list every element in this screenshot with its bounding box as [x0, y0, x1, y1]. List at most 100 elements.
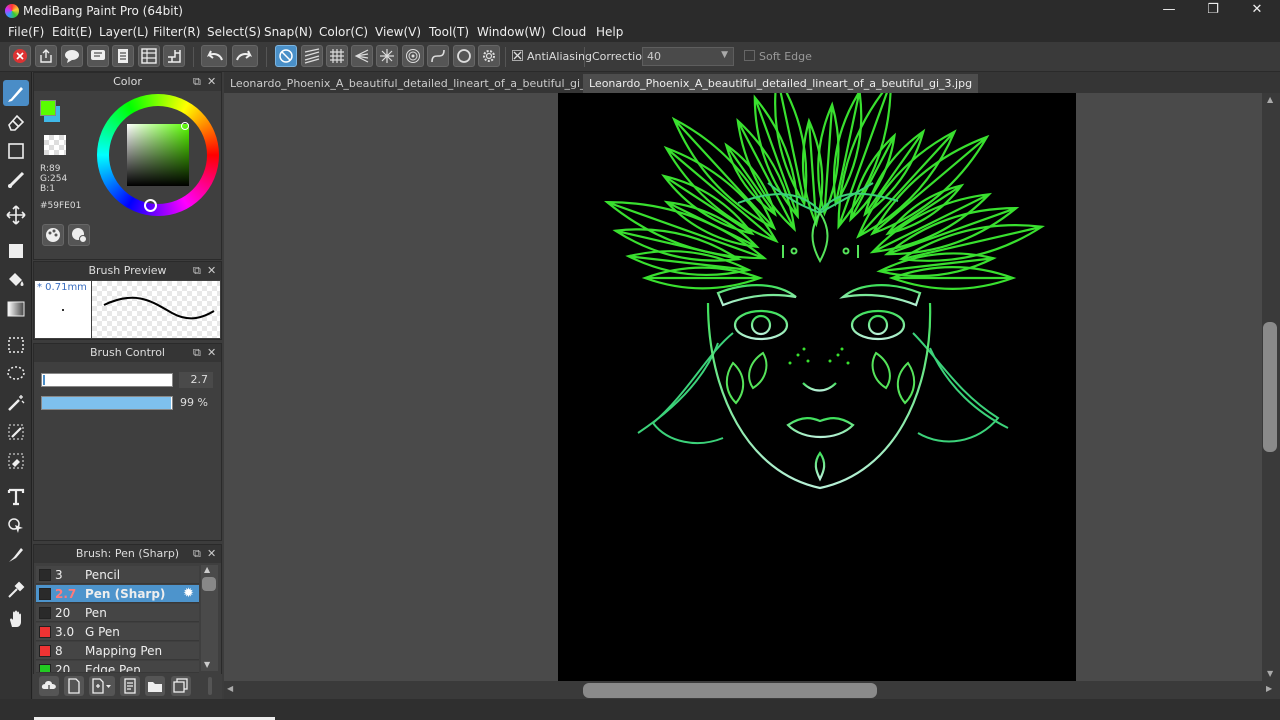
- concentric-snap-button[interactable]: [402, 45, 424, 67]
- snap-settings-button[interactable]: [478, 45, 500, 67]
- panel-layout-button[interactable]: [138, 45, 160, 67]
- brush-settings-icon[interactable]: ✹: [183, 586, 194, 601]
- panel-float-icon[interactable]: ⧉: [193, 547, 201, 561]
- soft-edge-checkbox[interactable]: [744, 50, 755, 61]
- scroll-left-icon[interactable]: ◀: [227, 684, 233, 693]
- redo-button[interactable]: [232, 45, 258, 67]
- add-brush-dropdown[interactable]: [89, 676, 115, 696]
- menu-view[interactable]: View(V): [375, 25, 421, 39]
- panel-close-icon[interactable]: ✕: [207, 346, 216, 359]
- horizontal-scroll-thumb[interactable]: [583, 683, 877, 698]
- menu-help[interactable]: Help: [596, 25, 623, 39]
- radial-snap-button[interactable]: [376, 45, 398, 67]
- scroll-up-icon[interactable]: ▲: [1267, 95, 1273, 104]
- new-brush-button[interactable]: [64, 676, 84, 696]
- tool-gradient[interactable]: [3, 296, 29, 322]
- grid-layout-button[interactable]: [163, 45, 185, 67]
- tool-select[interactable]: [3, 332, 29, 358]
- export-button[interactable]: [35, 45, 57, 67]
- menu-tool[interactable]: Tool(T): [429, 25, 469, 39]
- comment-button[interactable]: [61, 45, 83, 67]
- panel-close-icon[interactable]: ✕: [207, 547, 216, 560]
- tool-operation[interactable]: [3, 513, 29, 539]
- tool-shape-fill[interactable]: [3, 238, 29, 264]
- balloon-button[interactable]: [87, 45, 109, 67]
- panel-close-icon[interactable]: ✕: [207, 264, 216, 277]
- scroll-up-icon[interactable]: ▲: [204, 565, 210, 574]
- brush-list-item[interactable]: 3 Pencil: [36, 566, 199, 584]
- brush-list-toolbar: [33, 674, 222, 699]
- menu-filter[interactable]: Filter(R): [153, 25, 200, 39]
- brush-list-item[interactable]: 3.0 G Pen: [36, 623, 199, 641]
- grid-snap-button[interactable]: [326, 45, 348, 67]
- gradient-icon: [7, 301, 25, 317]
- ellipse-snap-button[interactable]: [453, 45, 475, 67]
- saturation-value-square[interactable]: [127, 124, 189, 186]
- cloud-brush-button[interactable]: [39, 676, 59, 696]
- foreground-color-swatch[interactable]: [40, 100, 56, 116]
- tool-text[interactable]: [3, 484, 29, 510]
- menu-layer[interactable]: Layer(L): [99, 25, 149, 39]
- panel-float-icon[interactable]: ⧉: [193, 75, 201, 89]
- color-palette-button[interactable]: [42, 224, 64, 246]
- correction-dropdown[interactable]: 40 ▼: [642, 47, 734, 66]
- tool-select-eraser[interactable]: [3, 448, 29, 474]
- menu-color[interactable]: Color(C): [319, 25, 368, 39]
- scroll-down-icon[interactable]: ▼: [1267, 669, 1273, 678]
- panel-float-icon[interactable]: ⧉: [193, 346, 201, 360]
- document-button[interactable]: [112, 45, 134, 67]
- brush-list-scrollbar[interactable]: ▲ ▼: [201, 565, 218, 671]
- brush-opacity-value: 99 %: [180, 396, 208, 409]
- tool-brush[interactable]: [3, 80, 29, 106]
- brush-list-item[interactable]: 20 Edge Pen: [36, 661, 199, 673]
- menu-window[interactable]: Window(W): [477, 25, 546, 39]
- tool-eyedropper[interactable]: [3, 577, 29, 603]
- tool-bucket[interactable]: [3, 267, 29, 293]
- tool-eraser[interactable]: [3, 109, 29, 135]
- perspective-snap-button[interactable]: [351, 45, 373, 67]
- color-history-button[interactable]: [68, 224, 90, 246]
- curve-snap-button[interactable]: [427, 45, 449, 67]
- tool-move[interactable]: [3, 202, 29, 228]
- tool-blur[interactable]: [3, 167, 29, 193]
- brush-list-item[interactable]: 2.7 Pen (Sharp) ✹: [36, 585, 199, 603]
- panel-close-icon[interactable]: ✕: [207, 75, 216, 88]
- menu-snap[interactable]: Snap(N): [264, 25, 313, 39]
- scroll-right-icon[interactable]: ▶: [1266, 684, 1272, 693]
- brush-list-scroll-thumb[interactable]: [202, 577, 216, 591]
- tool-hand[interactable]: [3, 606, 29, 632]
- menu-file[interactable]: File(F): [8, 25, 44, 39]
- brush-properties-button[interactable]: [120, 676, 140, 696]
- menu-cloud[interactable]: Cloud: [552, 25, 586, 39]
- close-button[interactable]: ✕: [1234, 0, 1280, 22]
- snap-off-button[interactable]: [275, 45, 297, 67]
- document-tab-2[interactable]: Leonardo_Phoenix_A_beautiful_detailed_li…: [583, 74, 979, 93]
- brush-size-value[interactable]: 2.7: [179, 372, 213, 388]
- tool-select-pen[interactable]: [3, 419, 29, 445]
- tool-dot[interactable]: [3, 138, 29, 164]
- brush-size-slider[interactable]: [41, 373, 173, 387]
- tool-divide[interactable]: [3, 542, 29, 568]
- transparent-color-swatch[interactable]: [44, 135, 66, 155]
- menu-select[interactable]: Select(S): [207, 25, 261, 39]
- menu-edit[interactable]: Edit(E): [52, 25, 92, 39]
- vertical-scroll-thumb[interactable]: [1263, 322, 1277, 452]
- close-document-button[interactable]: [9, 45, 31, 67]
- brush-list-item[interactable]: 20 Pen: [36, 604, 199, 622]
- scroll-down-icon[interactable]: ▼: [204, 660, 210, 669]
- brush-opacity-slider[interactable]: [41, 396, 173, 410]
- antialiasing-checkbox[interactable]: [512, 50, 523, 61]
- document-tab-1[interactable]: Leonardo_Phoenix_A_beautiful_detailed_li…: [224, 74, 638, 93]
- brush-folder-button[interactable]: [145, 676, 165, 696]
- duplicate-brush-button[interactable]: [171, 676, 191, 696]
- restore-button[interactable]: ❐: [1190, 0, 1236, 22]
- tool-lasso[interactable]: [3, 361, 29, 387]
- undo-button[interactable]: [201, 45, 227, 67]
- artwork-canvas[interactable]: [558, 93, 1076, 681]
- tool-magic-wand[interactable]: [3, 390, 29, 416]
- canvas-area[interactable]: [224, 93, 1262, 681]
- parallel-snap-button[interactable]: [301, 45, 323, 67]
- panel-float-icon[interactable]: ⧉: [193, 264, 201, 278]
- minimize-button[interactable]: —: [1146, 0, 1192, 22]
- brush-list-item[interactable]: 8 Mapping Pen: [36, 642, 199, 660]
